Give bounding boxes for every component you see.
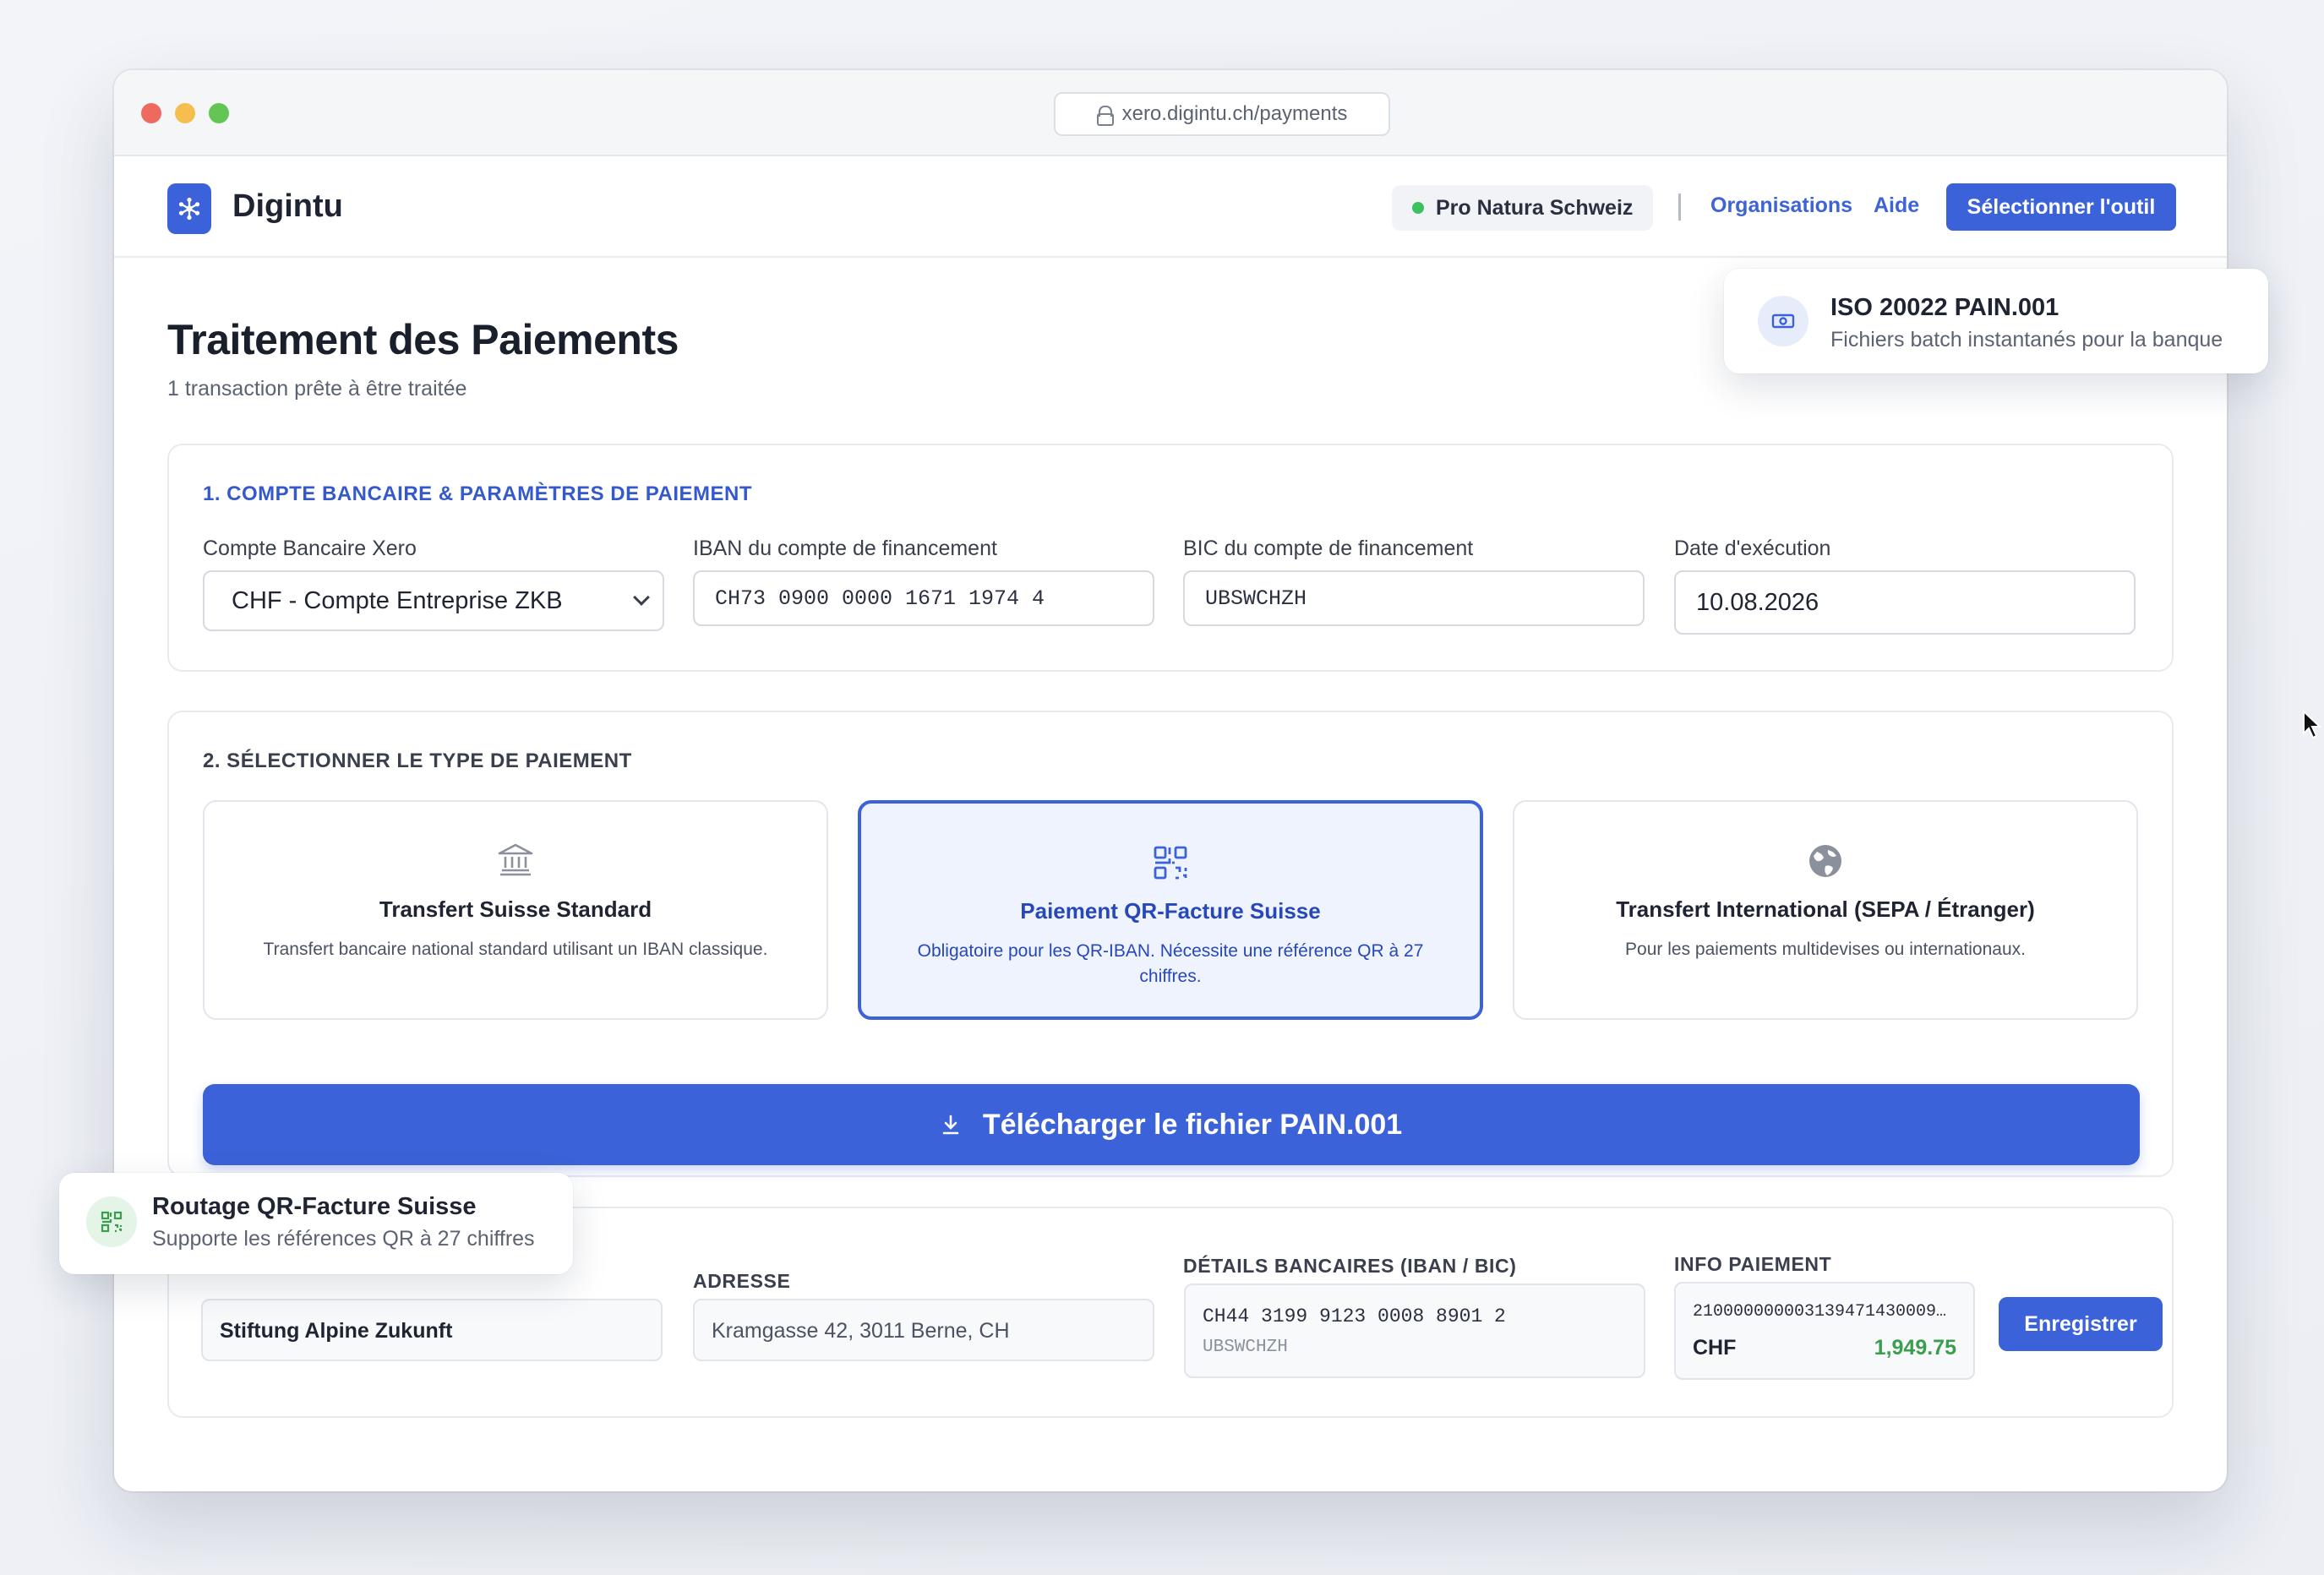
- page-subtitle: 1 transaction prête à être traitée: [167, 377, 467, 401]
- beneficiary-bic: UBSWCHZH: [1203, 1338, 1288, 1357]
- currency-code: CHF: [1693, 1336, 1737, 1360]
- payment-type-card: 2. SÉLECTIONNER LE TYPE DE PAIEMENT Tran…: [167, 711, 2174, 1177]
- bank-icon: [498, 843, 533, 876]
- nav-divider: [1678, 193, 1681, 221]
- payment-type-description: Transfert bancaire national standard uti…: [263, 940, 768, 959]
- execution-date-label: Date d'exécution: [1674, 537, 1831, 560]
- iban-input[interactable]: CH73 0900 0000 1671 1974 4: [693, 570, 1154, 626]
- banknote-icon: [1771, 313, 1795, 329]
- payment-info-column-label: INFO PAIEMENT: [1674, 1253, 1832, 1275]
- toast-icon-wrap: [1758, 296, 1808, 346]
- chevron-down-icon: [633, 589, 650, 606]
- payment-type-qr-bill[interactable]: Paiement QR-Facture Suisse Obligatoire p…: [858, 800, 1483, 1020]
- bank-settings-card: 1. COMPTE BANCAIRE & PARAMÈTRES DE PAIEM…: [167, 444, 2174, 672]
- bank-details-column-label: DÉTAILS BANCAIRES (IBAN / BIC): [1183, 1255, 1517, 1277]
- bic-input[interactable]: UBSWCHZH: [1183, 570, 1645, 626]
- status-dot: [1412, 202, 1424, 214]
- save-button[interactable]: Enregistrer: [1999, 1297, 2163, 1351]
- mouse-cursor-icon: [2303, 710, 2322, 739]
- beneficiary-address: Kramgasse 42, 3011 Berne, CH: [712, 1319, 1010, 1343]
- bank-details-field[interactable]: CH44 3199 9123 0008 8901 2 UBSWCHZH: [1184, 1283, 1645, 1378]
- organization-badge[interactable]: Pro Natura Schweiz: [1392, 185, 1654, 231]
- toast-subtitle: Supporte les références QR à 27 chiffres: [152, 1227, 535, 1251]
- iso-info-toast: ISO 20022 PAIN.001 Fichiers batch instan…: [1724, 269, 2268, 373]
- logo[interactable]: [167, 183, 211, 234]
- xero-account-label: Compte Bancaire Xero: [203, 537, 417, 560]
- bic-value: UBSWCHZH: [1205, 586, 1307, 611]
- brand-name: Digintu: [232, 188, 343, 224]
- toast-title: Routage QR-Facture Suisse: [152, 1193, 477, 1220]
- nav-organisations-link[interactable]: Organisations: [1710, 193, 1852, 218]
- organization-name: Pro Natura Schweiz: [1436, 195, 1634, 220]
- download-pain001-button[interactable]: Télécharger le fichier PAIN.001: [203, 1084, 2140, 1165]
- payment-amount: 1,949.75: [1874, 1336, 1956, 1360]
- payment-type-title: Transfert International (SEPA / Étranger…: [1616, 896, 2035, 922]
- globe-icon: [1809, 845, 1841, 877]
- network-icon: [178, 197, 200, 221]
- xero-account-select[interactable]: CHF - Compte Entreprise ZKB: [203, 570, 664, 631]
- payment-type-title: Paiement QR-Facture Suisse: [1020, 898, 1321, 924]
- qr-code-icon: [1154, 846, 1187, 880]
- maximize-window-button[interactable]: [209, 103, 229, 123]
- lock-icon: [1096, 106, 1114, 126]
- url-text: xero.digintu.ch/payments: [1121, 102, 1348, 125]
- iban-label: IBAN du compte de financement: [693, 537, 997, 560]
- minimize-window-button[interactable]: [175, 103, 195, 123]
- beneficiary-iban: CH44 3199 9123 0008 8901 2: [1203, 1305, 1506, 1327]
- address-bar[interactable]: xero.digintu.ch/payments: [1054, 92, 1390, 136]
- qr-code-icon: [101, 1211, 123, 1233]
- page-title: Traitement des Paiements: [167, 316, 679, 363]
- payment-type-international[interactable]: Transfert International (SEPA / Étranger…: [1513, 800, 2138, 1020]
- payment-type-title: Transfert Suisse Standard: [379, 896, 652, 922]
- address-column-label: ADRESSE: [693, 1270, 791, 1292]
- download-button-label: Télécharger le fichier PAIN.001: [982, 1108, 1403, 1141]
- bic-label: BIC du compte de financement: [1183, 537, 1474, 560]
- payment-type-description: Pour les paiements multidevises ou inter…: [1625, 940, 2026, 959]
- iban-value: CH73 0900 0000 1671 1974 4: [715, 586, 1045, 611]
- payment-type-description: Obligatoire pour les QR-IBAN. Nécessite …: [917, 941, 1424, 986]
- toast-subtitle: Fichiers batch instantanés pour la banqu…: [1830, 328, 2223, 352]
- select-tool-button[interactable]: Sélectionner l'outil: [1946, 183, 2176, 231]
- toast-title: ISO 20022 PAIN.001: [1830, 294, 2059, 321]
- xero-account-value: CHF - Compte Entreprise ZKB: [232, 586, 563, 614]
- toast-icon-wrap: [86, 1196, 137, 1247]
- payment-info-field: 210000000003139471430009… CHF 1,949.75: [1674, 1282, 1975, 1380]
- app-header: Digintu Pro Natura Schweiz Organisations…: [114, 156, 2227, 258]
- qr-routing-toast: Routage QR-Facture Suisse Supporte les r…: [59, 1173, 573, 1274]
- browser-chrome: xero.digintu.ch/payments: [114, 70, 2227, 156]
- section-title: 2. SÉLECTIONNER LE TYPE DE PAIEMENT: [203, 749, 632, 772]
- execution-date-value: 10.08.2026: [1696, 588, 1819, 616]
- payment-type-standard[interactable]: Transfert Suisse Standard Transfert banc…: [203, 800, 828, 1020]
- nav-help-link[interactable]: Aide: [1874, 193, 1919, 218]
- address-field[interactable]: Kramgasse 42, 3011 Berne, CH: [693, 1299, 1154, 1361]
- close-window-button[interactable]: [141, 103, 161, 123]
- qr-reference: 210000000003139471430009…: [1693, 1302, 1947, 1322]
- beneficiary-field[interactable]: Stiftung Alpine Zukunft: [201, 1299, 663, 1361]
- section-title: 1. COMPTE BANCAIRE & PARAMÈTRES DE PAIEM…: [203, 482, 752, 505]
- beneficiary-name: Stiftung Alpine Zukunft: [220, 1319, 453, 1343]
- execution-date-input[interactable]: 10.08.2026: [1674, 570, 2136, 635]
- download-icon: [942, 1114, 959, 1135]
